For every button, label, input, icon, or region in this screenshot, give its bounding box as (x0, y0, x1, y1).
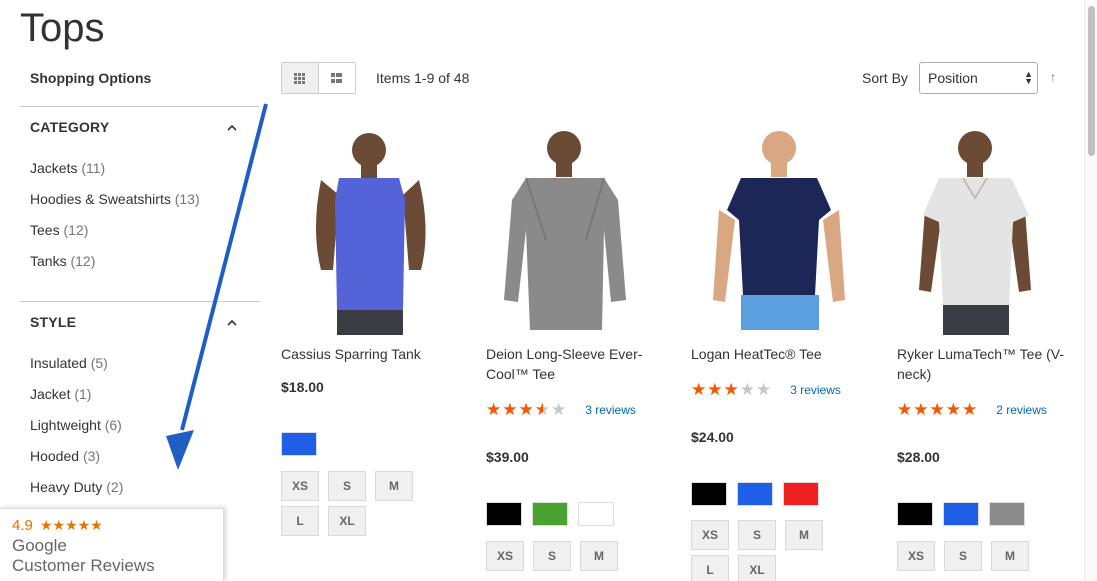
page-scrollbar[interactable] (1084, 0, 1097, 581)
reviews-link[interactable]: 2 reviews (996, 403, 1047, 417)
size-swatch-xl[interactable]: XL (738, 555, 776, 581)
google-rating-value: 4.9 (12, 517, 33, 534)
size-swatch-l[interactable]: L (691, 555, 729, 581)
google-rating-stars-icon: ★★★★★ (40, 517, 103, 533)
product-name-link[interactable]: Deion Long-Sleeve Ever-Cool™ Tee (486, 344, 671, 384)
google-label: Google (12, 536, 67, 555)
reviews-link[interactable]: 3 reviews (585, 403, 636, 417)
size-swatch-xs[interactable]: XS (691, 520, 729, 550)
color-swatch-blue[interactable] (281, 432, 317, 456)
list-icon (331, 72, 343, 83)
size-swatch-m[interactable]: M (580, 541, 618, 571)
size-swatch-s[interactable]: S (328, 471, 366, 501)
product-photo[interactable] (897, 120, 1082, 335)
product-photo[interactable] (281, 120, 466, 335)
color-swatch-black[interactable] (486, 502, 522, 526)
grid-view-button[interactable] (282, 63, 319, 93)
product-price: $18.00 (281, 379, 324, 395)
toolbar-amount: Items 1-9 of 48 (376, 70, 470, 86)
sort-by-select[interactable]: Position ▲ ▼ (919, 62, 1038, 94)
annotation-arrow-icon (166, 103, 268, 470)
product-name-link[interactable]: Logan HeatTec® Tee (691, 344, 876, 364)
sort-by-label: Sort By (862, 70, 908, 86)
size-swatch-s[interactable]: S (738, 520, 776, 550)
size-swatch-m[interactable]: M (991, 541, 1029, 571)
scrollbar-thumb[interactable] (1088, 6, 1095, 156)
product-photo[interactable] (691, 120, 876, 335)
product-rating: ★★★★★ ★★★★★ 2 reviews (897, 400, 1047, 420)
size-swatch-xs[interactable]: XS (281, 471, 319, 501)
color-swatch-gray[interactable] (989, 502, 1025, 526)
product-price: $24.00 (691, 429, 734, 445)
product-name-link[interactable]: Ryker LumaTech™ Tee (V-neck) (897, 344, 1082, 384)
color-swatch-white[interactable] (578, 502, 614, 526)
color-swatch-blue[interactable] (737, 482, 773, 506)
select-arrows-icon: ▲ ▼ (1024, 69, 1033, 86)
color-swatch-red[interactable] (783, 482, 819, 506)
filter-title-style[interactable]: STYLE (30, 314, 76, 330)
size-swatch-m[interactable]: M (375, 471, 413, 501)
product-photo[interactable] (486, 120, 671, 335)
grid-icon (294, 72, 306, 84)
filter-option-jacket[interactable]: Jacket (1) (30, 386, 91, 402)
customer-reviews-label: Customer Reviews (12, 556, 155, 575)
page-title: Tops (20, 6, 105, 50)
rating-stars: ★★★★★★★★★★ (691, 380, 773, 399)
size-swatch-xs[interactable]: XS (486, 541, 524, 571)
size-swatch-s[interactable]: S (533, 541, 571, 571)
filter-option-jackets[interactable]: Jackets (11) (30, 160, 105, 176)
shopping-options-heading: Shopping Options (30, 70, 152, 86)
filter-option-heavy-duty[interactable]: Heavy Duty (2) (30, 479, 123, 495)
view-mode-switcher (281, 62, 356, 94)
color-swatch-black[interactable] (691, 482, 727, 506)
rating-stars: ★★★★★★★★★★ (897, 400, 979, 419)
rating-stars: ★★★★★★★★★★ (486, 400, 568, 419)
color-swatch-green[interactable] (532, 502, 568, 526)
size-swatch-xs[interactable]: XS (897, 541, 935, 571)
filter-option-tanks[interactable]: Tanks (12) (30, 253, 95, 269)
product-rating: ★★★★★★★★★★ 3 reviews (486, 400, 636, 420)
size-swatch-l[interactable]: L (281, 506, 319, 536)
color-swatch-blue[interactable] (943, 502, 979, 526)
filter-option-tees[interactable]: Tees (12) (30, 222, 88, 238)
filter-option-insulated[interactable]: Insulated (5) (30, 355, 108, 371)
size-swatch-xl[interactable]: XL (328, 506, 366, 536)
product-price: $28.00 (897, 449, 940, 465)
product-name-link[interactable]: Cassius Sparring Tank (281, 344, 466, 364)
product-rating: ★★★★★★★★★★ 3 reviews (691, 380, 841, 400)
google-reviews-badge[interactable]: 4.9 ★★★★★ Google Customer Reviews (0, 508, 224, 581)
product-price: $39.00 (486, 449, 529, 465)
size-swatch-m[interactable]: M (785, 520, 823, 550)
color-swatch-black[interactable] (897, 502, 933, 526)
filter-title-category[interactable]: CATEGORY (30, 119, 109, 135)
sort-direction-button[interactable]: ↑ (1050, 70, 1056, 84)
filter-option-lightweight[interactable]: Lightweight (6) (30, 417, 122, 433)
size-swatch-s[interactable]: S (944, 541, 982, 571)
reviews-link[interactable]: 3 reviews (790, 383, 841, 397)
filter-option-hooded[interactable]: Hooded (3) (30, 448, 100, 464)
list-view-button[interactable] (319, 63, 356, 93)
